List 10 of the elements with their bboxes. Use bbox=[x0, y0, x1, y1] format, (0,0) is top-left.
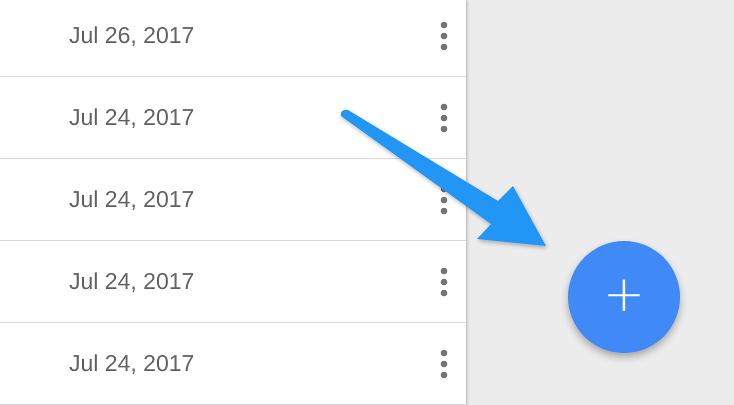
more-options-icon[interactable] bbox=[440, 348, 448, 378]
date-text: Jul 24, 2017 bbox=[69, 268, 194, 295]
date-text: Jul 24, 2017 bbox=[69, 350, 194, 377]
date-text: Jul 24, 2017 bbox=[69, 104, 194, 131]
date-text: Jul 26, 2017 bbox=[69, 22, 194, 49]
date-text: Jul 24, 2017 bbox=[69, 186, 194, 213]
more-options-icon[interactable] bbox=[440, 20, 448, 50]
more-options-icon[interactable] bbox=[440, 266, 448, 296]
add-button[interactable]: + bbox=[568, 241, 680, 353]
more-options-icon[interactable] bbox=[440, 102, 448, 132]
